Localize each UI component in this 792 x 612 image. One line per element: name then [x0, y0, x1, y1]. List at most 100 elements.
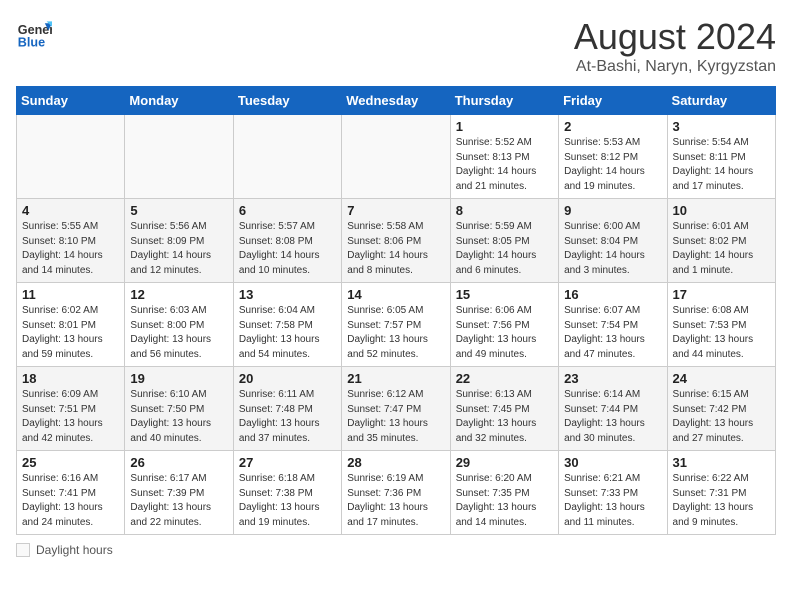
day-info: Sunrise: 6:19 AM Sunset: 7:36 PM Dayligh…	[347, 472, 444, 530]
day-number: 20	[239, 371, 336, 386]
calendar-cell: 31Sunrise: 6:22 AM Sunset: 7:31 PM Dayli…	[667, 451, 775, 535]
day-info: Sunrise: 6:07 AM Sunset: 7:54 PM Dayligh…	[564, 304, 661, 362]
calendar-cell: 18Sunrise: 6:09 AM Sunset: 7:51 PM Dayli…	[17, 367, 125, 451]
day-number: 14	[347, 287, 444, 302]
day-number: 22	[456, 371, 553, 386]
calendar-cell: 17 Sunrise: 6:08 AM Sunset: 7:53 PM Dayli…	[667, 283, 775, 367]
calendar-cell: 16 Sunrise: 6:07 AM Sunset: 7:54 PM Dayli…	[559, 283, 667, 367]
calendar-cell	[233, 115, 341, 199]
day-number: 4	[22, 203, 119, 218]
calendar-cell: 27Sunrise: 6:18 AM Sunset: 7:38 PM Dayli…	[233, 451, 341, 535]
legend-label: Daylight hours	[36, 543, 113, 557]
day-number: 21	[347, 371, 444, 386]
calendar-table: SundayMondayTuesdayWednesdayThursdayFrid…	[16, 86, 776, 535]
day-info: Sunrise: 6:08 AM Sunset: 7:53 PM Dayligh…	[673, 304, 770, 362]
location: At-Bashi, Naryn, Kyrgyzstan	[574, 58, 776, 76]
legend-box	[16, 543, 30, 557]
day-number: 24	[673, 371, 770, 386]
day-number: 6	[239, 203, 336, 218]
calendar-cell: 22 Sunrise: 6:13 AM Sunset: 7:45 PM Dayli…	[450, 367, 558, 451]
calendar-cell	[342, 115, 450, 199]
day-info: Sunrise: 6:20 AM Sunset: 7:35 PM Dayligh…	[456, 472, 553, 530]
day-info: Sunrise: 5:58 AM Sunset: 8:06 PM Dayligh…	[347, 220, 444, 278]
day-info: Sunrise: 6:21 AM Sunset: 7:33 PM Dayligh…	[564, 472, 661, 530]
day-number: 19	[130, 371, 227, 386]
week-row-3: 11Sunrise: 6:02 AM Sunset: 8:01 PM Dayli…	[17, 283, 776, 367]
calendar-cell: 26 Sunrise: 6:17 AM Sunset: 7:39 PM Dayli…	[125, 451, 233, 535]
weekday-wednesday: Wednesday	[342, 87, 450, 115]
day-info: Sunrise: 6:17 AM Sunset: 7:39 PM Dayligh…	[130, 472, 227, 530]
day-info: Sunrise: 6:01 AM Sunset: 8:02 PM Dayligh…	[673, 220, 770, 278]
svg-text:Blue: Blue	[18, 36, 45, 50]
weekday-tuesday: Tuesday	[233, 87, 341, 115]
page-header: General Blue August 2024 At-Bashi, Naryn…	[16, 16, 776, 76]
logo: General Blue	[16, 16, 52, 52]
day-info: Sunrise: 6:12 AM Sunset: 7:47 PM Dayligh…	[347, 388, 444, 446]
calendar-cell: 23 Sunrise: 6:14 AM Sunset: 7:44 PM Dayli…	[559, 367, 667, 451]
title-block: August 2024 At-Bashi, Naryn, Kyrgyzstan	[574, 16, 776, 76]
calendar-cell: 24 Sunrise: 6:15 AM Sunset: 7:42 PM Dayli…	[667, 367, 775, 451]
calendar-cell: 12 Sunrise: 6:03 AM Sunset: 8:00 PM Dayli…	[125, 283, 233, 367]
day-number: 16	[564, 287, 661, 302]
week-row-2: 4 Sunrise: 5:55 AM Sunset: 8:10 PM Daylig…	[17, 199, 776, 283]
day-number: 25	[22, 455, 119, 470]
day-number: 5	[130, 203, 227, 218]
day-info: Sunrise: 6:05 AM Sunset: 7:57 PM Dayligh…	[347, 304, 444, 362]
logo-icon: General Blue	[16, 16, 52, 52]
day-number: 8	[456, 203, 553, 218]
day-info: Sunrise: 5:55 AM Sunset: 8:10 PM Dayligh…	[22, 220, 119, 278]
calendar-cell: 8 Sunrise: 5:59 AM Sunset: 8:05 PM Daylig…	[450, 199, 558, 283]
day-info: Sunrise: 5:57 AM Sunset: 8:08 PM Dayligh…	[239, 220, 336, 278]
day-number: 13	[239, 287, 336, 302]
day-number: 26	[130, 455, 227, 470]
day-info: Sunrise: 5:59 AM Sunset: 8:05 PM Dayligh…	[456, 220, 553, 278]
calendar-cell	[17, 115, 125, 199]
day-info: Sunrise: 5:56 AM Sunset: 8:09 PM Dayligh…	[130, 220, 227, 278]
weekday-thursday: Thursday	[450, 87, 558, 115]
day-info: Sunrise: 6:16 AM Sunset: 7:41 PM Dayligh…	[22, 472, 119, 530]
day-info: Sunrise: 6:03 AM Sunset: 8:00 PM Dayligh…	[130, 304, 227, 362]
calendar-cell: 30 Sunrise: 6:21 AM Sunset: 7:33 PM Dayli…	[559, 451, 667, 535]
calendar-cell: 2 Sunrise: 5:53 AM Sunset: 8:12 PM Daylig…	[559, 115, 667, 199]
day-number: 7	[347, 203, 444, 218]
legend: Daylight hours	[16, 543, 776, 557]
calendar-cell: 10 Sunrise: 6:01 AM Sunset: 8:02 PM Dayli…	[667, 199, 775, 283]
day-info: Sunrise: 6:00 AM Sunset: 8:04 PM Dayligh…	[564, 220, 661, 278]
calendar-cell	[125, 115, 233, 199]
weekday-saturday: Saturday	[667, 87, 775, 115]
day-info: Sunrise: 6:14 AM Sunset: 7:44 PM Dayligh…	[564, 388, 661, 446]
day-number: 30	[564, 455, 661, 470]
day-number: 17	[673, 287, 770, 302]
day-number: 23	[564, 371, 661, 386]
calendar-cell: 11Sunrise: 6:02 AM Sunset: 8:01 PM Dayli…	[17, 283, 125, 367]
day-info: Sunrise: 6:22 AM Sunset: 7:31 PM Dayligh…	[673, 472, 770, 530]
day-info: Sunrise: 5:53 AM Sunset: 8:12 PM Dayligh…	[564, 136, 661, 194]
day-info: Sunrise: 6:06 AM Sunset: 7:56 PM Dayligh…	[456, 304, 553, 362]
day-number: 27	[239, 455, 336, 470]
calendar-cell: 13Sunrise: 6:04 AM Sunset: 7:58 PM Dayli…	[233, 283, 341, 367]
calendar-cell: 1Sunrise: 5:52 AM Sunset: 8:13 PM Daylig…	[450, 115, 558, 199]
calendar-cell: 9 Sunrise: 6:00 AM Sunset: 8:04 PM Daylig…	[559, 199, 667, 283]
day-number: 12	[130, 287, 227, 302]
calendar-cell: 15Sunrise: 6:06 AM Sunset: 7:56 PM Dayli…	[450, 283, 558, 367]
calendar-cell: 3Sunrise: 5:54 AM Sunset: 8:11 PM Daylig…	[667, 115, 775, 199]
day-number: 1	[456, 119, 553, 134]
calendar-cell: 6 Sunrise: 5:57 AM Sunset: 8:08 PM Daylig…	[233, 199, 341, 283]
calendar-cell: 29Sunrise: 6:20 AM Sunset: 7:35 PM Dayli…	[450, 451, 558, 535]
day-info: Sunrise: 6:02 AM Sunset: 8:01 PM Dayligh…	[22, 304, 119, 362]
weekday-header-row: SundayMondayTuesdayWednesdayThursdayFrid…	[17, 87, 776, 115]
weekday-monday: Monday	[125, 87, 233, 115]
weekday-friday: Friday	[559, 87, 667, 115]
day-number: 28	[347, 455, 444, 470]
day-number: 9	[564, 203, 661, 218]
day-number: 2	[564, 119, 661, 134]
day-number: 10	[673, 203, 770, 218]
day-info: Sunrise: 6:15 AM Sunset: 7:42 PM Dayligh…	[673, 388, 770, 446]
calendar-cell: 20Sunrise: 6:11 AM Sunset: 7:48 PM Dayli…	[233, 367, 341, 451]
weekday-sunday: Sunday	[17, 87, 125, 115]
calendar-cell: 14 Sunrise: 6:05 AM Sunset: 7:57 PM Dayli…	[342, 283, 450, 367]
day-info: Sunrise: 6:13 AM Sunset: 7:45 PM Dayligh…	[456, 388, 553, 446]
day-number: 18	[22, 371, 119, 386]
calendar-cell: 21 Sunrise: 6:12 AM Sunset: 7:47 PM Dayli…	[342, 367, 450, 451]
calendar-cell: 7 Sunrise: 5:58 AM Sunset: 8:06 PM Daylig…	[342, 199, 450, 283]
